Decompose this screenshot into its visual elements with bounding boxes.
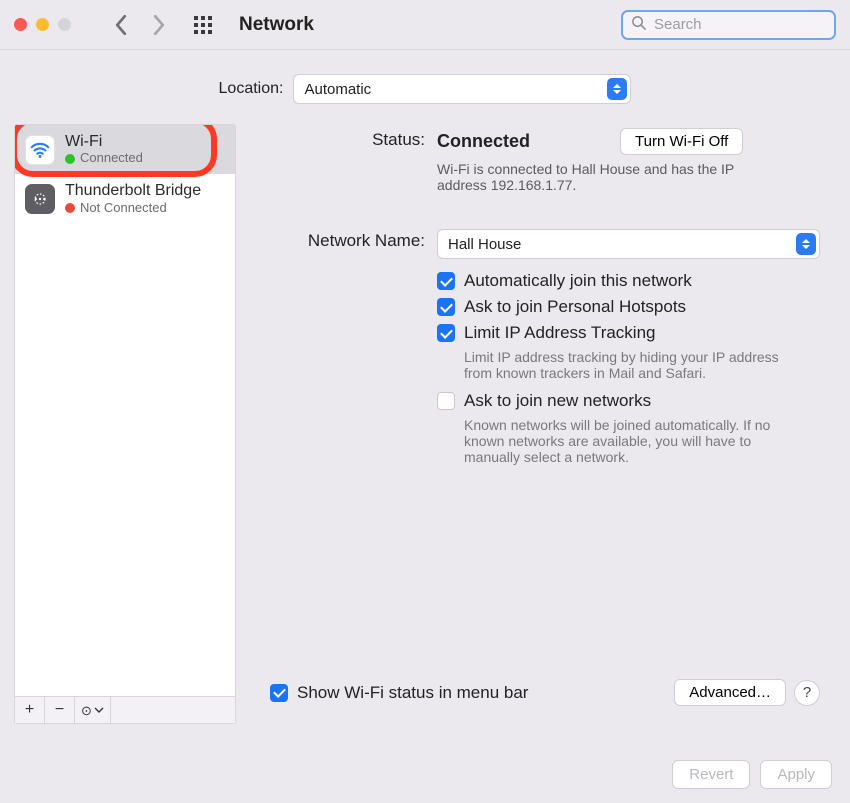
location-select[interactable]: Automatic <box>293 74 631 104</box>
revert-button[interactable]: Revert <box>672 760 750 789</box>
status-description: Wi-Fi is connected to Hall House and has… <box>437 161 767 193</box>
checkbox-icon <box>270 684 288 702</box>
location-value: Automatic <box>304 81 371 98</box>
search-icon <box>631 15 646 34</box>
status-value: Connected <box>437 131 530 152</box>
interface-status: Connected <box>80 151 143 166</box>
checkbox-icon <box>437 272 455 290</box>
search-field[interactable] <box>621 10 836 40</box>
checkbox-label: Ask to join Personal Hotspots <box>464 297 686 317</box>
checkbox-menubar-status[interactable]: Show Wi-Fi status in menu bar <box>270 683 528 703</box>
show-all-icon[interactable] <box>193 15 213 35</box>
network-name-select[interactable]: Hall House <box>437 229 820 259</box>
detail-panel: Status: Connected Turn Wi-Fi Off Wi-Fi i… <box>250 124 836 724</box>
status-label: Status: <box>270 128 425 150</box>
location-row: Location: Automatic <box>0 50 850 124</box>
dropdown-stepper-icon <box>607 78 627 100</box>
interface-list: Wi-Fi Connected Thunderbolt Bridge Not C… <box>15 125 235 696</box>
footer-spacer <box>111 697 235 723</box>
network-name-value: Hall House <box>448 236 521 253</box>
detail-footer: Show Wi-Fi status in menu bar Advanced… … <box>270 669 820 724</box>
checkbox-label: Limit IP Address Tracking <box>464 323 656 343</box>
status-dot-icon <box>65 203 75 213</box>
checkbox-icon <box>437 392 455 410</box>
back-button[interactable] <box>113 15 129 35</box>
remove-interface-button[interactable]: − <box>45 697 75 723</box>
checkbox-icon <box>437 298 455 316</box>
status-row: Status: Connected Turn Wi-Fi Off Wi-Fi i… <box>270 128 820 193</box>
advanced-button[interactable]: Advanced… <box>674 679 786 706</box>
network-name-label: Network Name: <box>270 229 425 251</box>
help-button[interactable]: ? <box>794 680 820 706</box>
nav-arrows <box>113 15 167 35</box>
checkbox-subtext: Limit IP address tracking by hiding your… <box>464 349 804 381</box>
actions-icon: ⊙ <box>81 704 92 717</box>
network-name-row: Network Name: Hall House Automatically j… <box>270 229 820 475</box>
checkbox-label: Ask to join new networks <box>464 391 651 411</box>
window-title: Network <box>239 14 314 36</box>
interface-status: Not Connected <box>80 201 167 216</box>
forward-button[interactable] <box>151 15 167 35</box>
thunderbolt-icon <box>25 184 55 214</box>
sidebar-item-wifi[interactable]: Wi-Fi Connected <box>15 125 235 174</box>
interface-name: Thunderbolt Bridge <box>65 182 201 200</box>
bottom-bar: Revert Apply <box>672 760 832 789</box>
titlebar: Network <box>0 0 850 50</box>
status-dot-icon <box>65 154 75 164</box>
sidebar-item-text: Wi-Fi Connected <box>65 133 143 166</box>
sidebar-item-text: Thunderbolt Bridge Not Connected <box>65 182 201 215</box>
chevron-down-icon <box>94 705 104 715</box>
checkbox-subtext: Known networks will be joined automatica… <box>464 417 804 465</box>
sidebar-footer: + − ⊙ <box>15 696 235 723</box>
dropdown-stepper-icon <box>796 233 816 255</box>
checkbox-label: Show Wi-Fi status in menu bar <box>297 683 528 703</box>
apply-button[interactable]: Apply <box>760 760 832 789</box>
minimize-window-icon[interactable] <box>36 18 49 31</box>
close-window-icon[interactable] <box>14 18 27 31</box>
add-interface-button[interactable]: + <box>15 697 45 723</box>
main-content: Wi-Fi Connected Thunderbolt Bridge Not C… <box>0 124 850 724</box>
checkbox-auto-join[interactable]: Automatically join this network <box>437 271 820 291</box>
checkbox-limit-ip-tracking[interactable]: Limit IP Address Tracking <box>437 323 820 343</box>
zoom-window-icon[interactable] <box>58 18 71 31</box>
wifi-icon <box>25 135 55 165</box>
window-controls <box>14 18 71 31</box>
search-input[interactable] <box>652 15 826 34</box>
interface-actions-button[interactable]: ⊙ <box>75 697 111 723</box>
interface-name: Wi-Fi <box>65 133 143 151</box>
interface-sidebar: Wi-Fi Connected Thunderbolt Bridge Not C… <box>14 124 236 724</box>
wifi-toggle-button[interactable]: Turn Wi-Fi Off <box>620 128 743 155</box>
sidebar-item-thunderbolt[interactable]: Thunderbolt Bridge Not Connected <box>15 174 235 223</box>
location-label: Location: <box>219 80 284 98</box>
checkbox-personal-hotspots[interactable]: Ask to join Personal Hotspots <box>437 297 820 317</box>
checkbox-ask-join-new[interactable]: Ask to join new networks <box>437 391 820 411</box>
checkbox-icon <box>437 324 455 342</box>
checkbox-label: Automatically join this network <box>464 271 692 291</box>
